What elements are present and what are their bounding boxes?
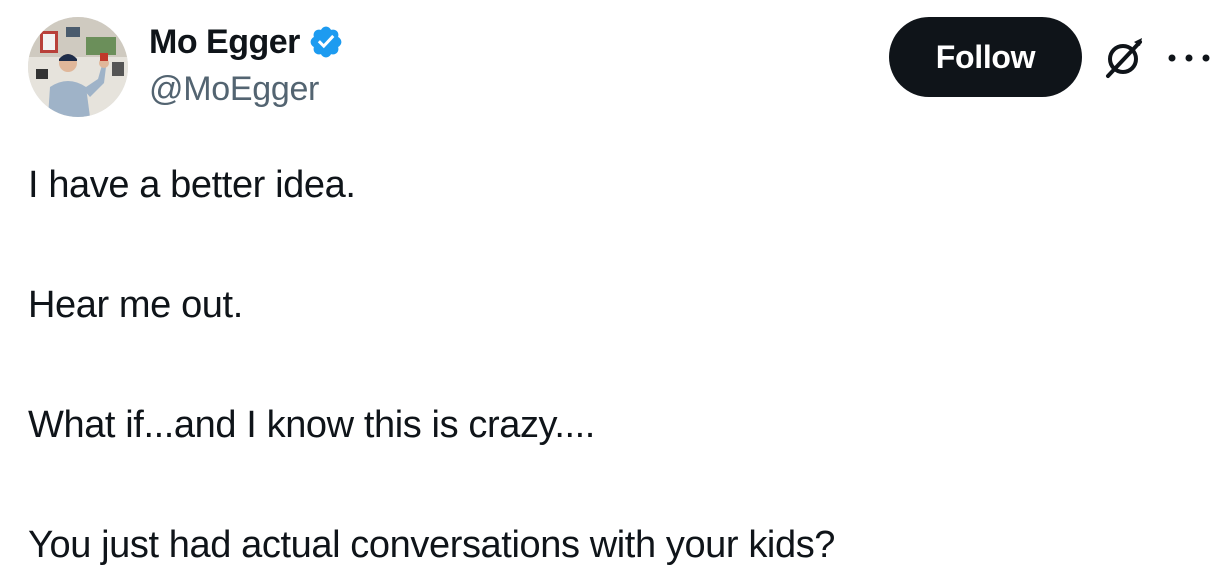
verified-badge-icon[interactable] <box>308 24 344 60</box>
tweet-text: I have a better idea. Hear me out. What … <box>28 155 1208 575</box>
user-handle[interactable]: @MoEgger <box>149 70 344 109</box>
tweet-header: Mo Egger @MoEgger Follow <box>0 0 1224 130</box>
tweet-line: You just had actual conversations with y… <box>28 524 836 566</box>
avatar-image <box>28 17 128 117</box>
user-info: Mo Egger @MoEgger <box>149 20 344 109</box>
avatar[interactable] <box>28 17 128 117</box>
display-name[interactable]: Mo Egger <box>149 23 300 62</box>
more-options-icon[interactable] <box>1164 46 1214 70</box>
display-name-row: Mo Egger <box>149 20 344 64</box>
tweet-line: I have a better idea. <box>28 164 356 206</box>
follow-button[interactable]: Follow <box>889 17 1082 97</box>
grok-icon[interactable] <box>1100 34 1148 82</box>
tweet-line: Hear me out. <box>28 284 243 326</box>
tweet-line: What if...and I know this is crazy.... <box>28 404 595 446</box>
